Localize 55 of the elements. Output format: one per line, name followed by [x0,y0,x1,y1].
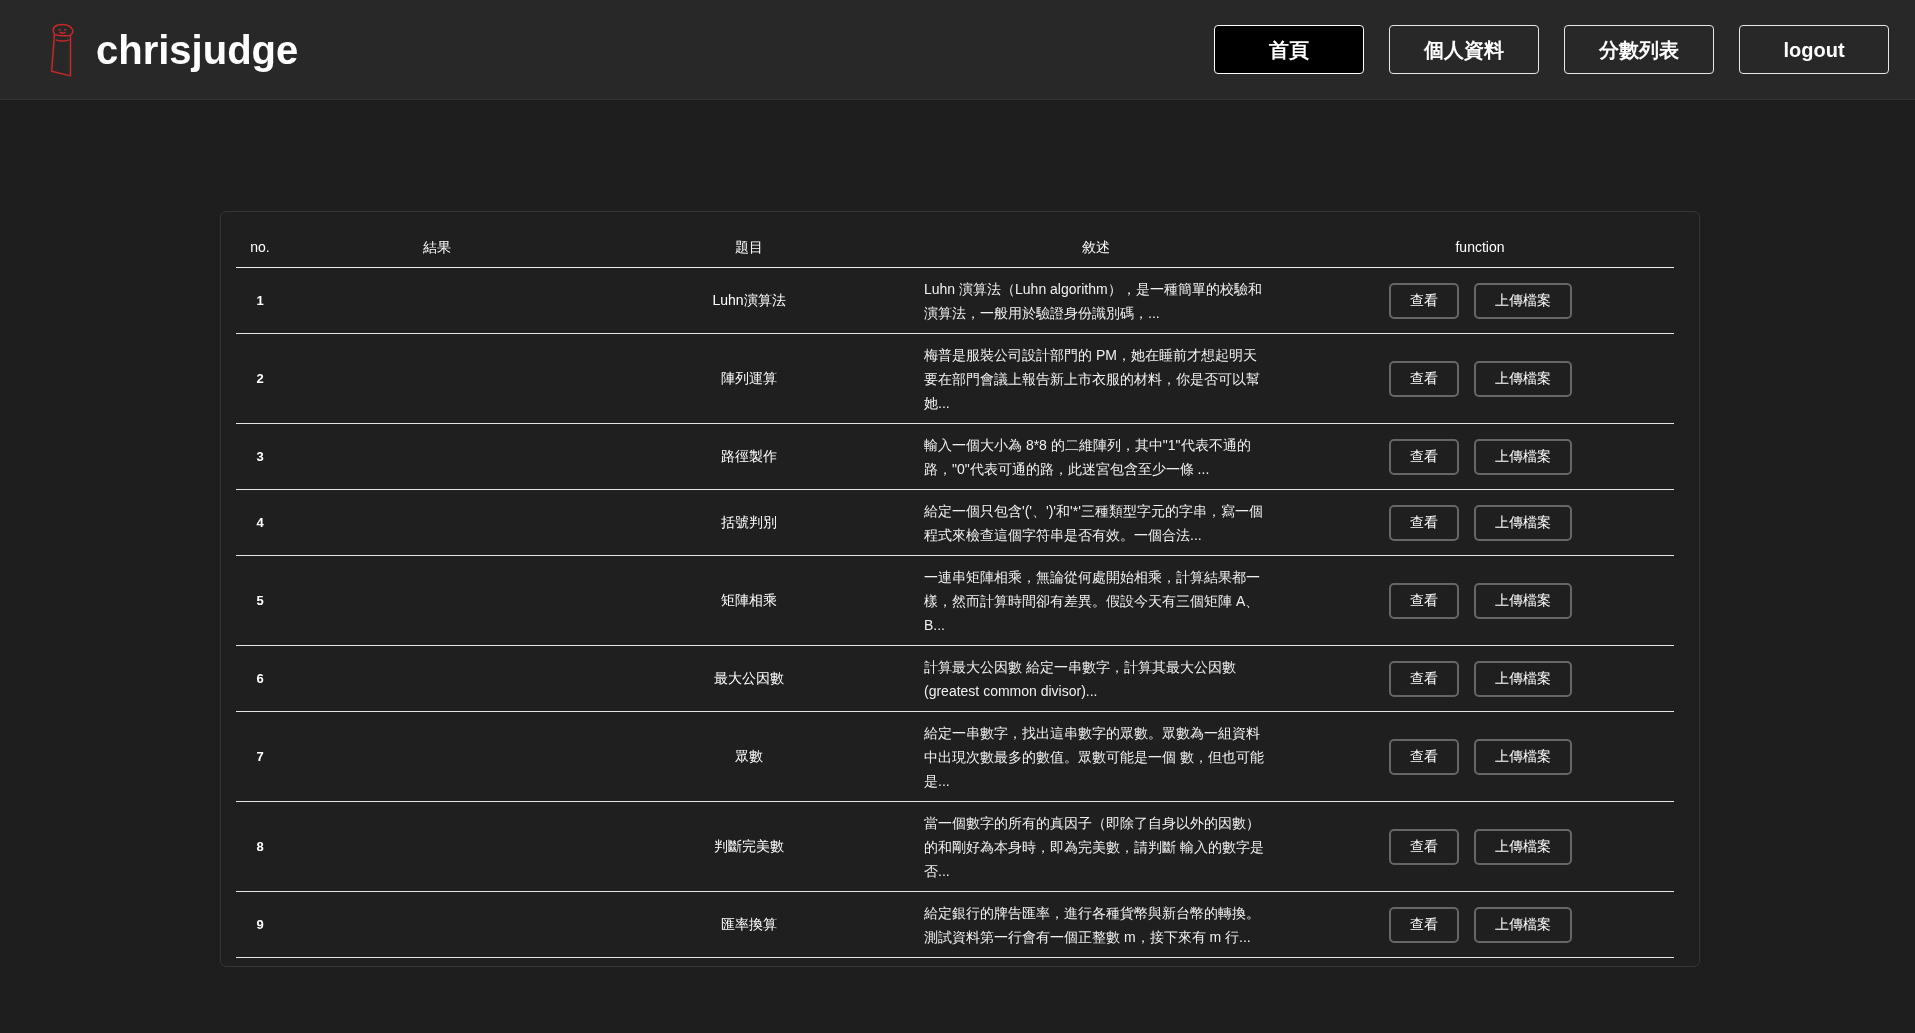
row-number: 8 [256,837,264,856]
action-button[interactable]: 上傳檔案 [1473,438,1572,475]
row-number: 5 [256,591,264,610]
nav-button[interactable]: 個人資料 [1389,25,1539,74]
problem-title: 眾數 [735,747,763,766]
problem-title: 匯率換算 [721,915,777,934]
row-number: 1 [256,291,264,310]
action-button[interactable]: 上傳檔案 [1473,660,1572,697]
description-text: 給定一串數字，找出這串數字的眾數。眾數為一組資料中出現次數最多的數值。眾數可能是一個 數，但也可能是... [924,723,1265,791]
action-button[interactable]: 查看 [1388,438,1459,475]
action-button[interactable]: 查看 [1388,360,1459,397]
action-button[interactable]: 查看 [1388,282,1459,319]
description-text: 輸入一個大小為 8*8 的二維陣列，其中"1"代表不通的路，"0"代表可通的路，此迷宮包含至少一條 ... [924,435,1252,479]
column-header: no. [250,238,270,257]
action-button[interactable]: 上傳檔案 [1473,582,1572,619]
problem-title: 陣列運算 [721,369,777,388]
action-button[interactable]: 查看 [1388,660,1459,697]
description-text: 計算最大公因數 給定一串數字，計算其最大公因數(greatest common divisor)... [924,657,1237,701]
column-header: 題目 [735,238,763,257]
description-text: 一連串矩陣相乘，無論從何處開始相乘，計算結果都一樣，然而計算時間卻有差異。假設今天有三個矩陣 A、B... [924,567,1261,635]
problem-title: 路徑製作 [721,447,777,466]
problem-title: 最大公因數 [714,669,784,688]
action-button[interactable]: 上傳檔案 [1473,504,1572,541]
description-text: 梅普是服裝公司設計部門的 PM，她在睡前才想起明天要在部門會議上報告新上市衣服的材料，你是否可以幫她... [924,345,1261,413]
row-number: 3 [256,447,264,466]
action-button[interactable]: 上傳檔案 [1473,738,1572,775]
action-button[interactable]: 查看 [1388,828,1459,865]
action-button[interactable]: 上傳檔案 [1473,282,1572,319]
column-header: 結果 [423,238,451,257]
row-number: 7 [256,747,264,766]
nav-button[interactable]: 首頁 [1214,25,1364,74]
description-text: 給定銀行的牌告匯率，進行各種貨幣與新台幣的轉換。測試資料第一行會有一個正整數 m，接下來有 m 行... [924,903,1261,947]
problem-title: 括號判別 [721,513,777,532]
action-button[interactable]: 查看 [1388,906,1459,943]
problem-title: 矩陣相乘 [721,591,777,610]
row-number: 4 [256,513,264,532]
column-header: function [1455,238,1505,257]
description-text: Luhn 演算法（Luhn algorithm），是一種簡單的校驗和演算法，一般用於驗證身份識別碼，... [924,279,1263,323]
problem-title: Luhn演算法 [712,291,786,310]
nav-button[interactable]: 分數列表 [1564,25,1714,74]
action-button[interactable]: 查看 [1388,504,1459,541]
action-button[interactable]: 上傳檔案 [1473,360,1572,397]
action-button[interactable]: 查看 [1388,582,1459,619]
description-text: 給定一個只包含'('、')'和'*'三種類型字元的字串，寫一個程式來檢查這個字符串是否有效。一個合法... [924,501,1264,545]
column-header: 敘述 [1082,238,1110,257]
row-number: 2 [256,369,264,388]
nav-button[interactable]: logout [1739,25,1889,74]
problem-title: 判斷完美數 [714,837,784,856]
row-number: 6 [256,669,264,688]
row-number: 9 [256,915,264,934]
action-button[interactable]: 查看 [1388,738,1459,775]
brand-title[interactable]: chrisjudge [96,29,299,70]
description-text: 當一個數字的所有的真因子（即除了自身以外的因數）的和剛好為本身時，即為完美數，請判斷 輸入的數字是否... [924,813,1265,881]
action-button[interactable]: 上傳檔案 [1473,906,1572,943]
action-button[interactable]: 上傳檔案 [1473,828,1572,865]
